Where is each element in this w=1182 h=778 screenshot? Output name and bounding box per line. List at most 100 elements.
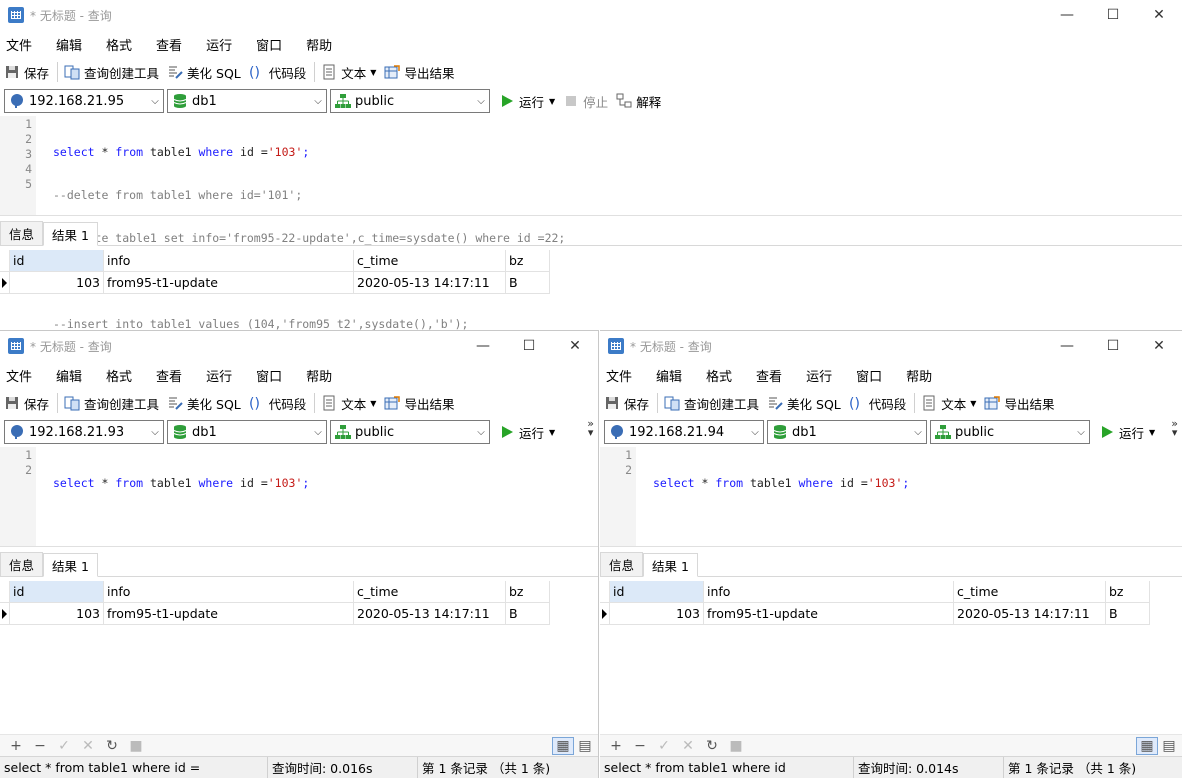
database-select[interactable]: db1 ⌵ — [167, 89, 327, 113]
tab-info[interactable]: 信息 — [0, 552, 44, 576]
apply-check-icon[interactable]: ✓ — [652, 738, 676, 754]
export-results-button[interactable]: 导出结果 — [984, 394, 1054, 413]
connection-select[interactable]: 192.168.21.95 ⌵ — [4, 89, 164, 113]
run-button[interactable]: 运行 ▼ — [499, 92, 555, 111]
cell-info[interactable]: from95-t1-update — [704, 603, 954, 625]
cell-bz[interactable]: B — [506, 272, 550, 294]
save-button[interactable]: 保存 — [4, 63, 49, 82]
cell-info[interactable]: from95-t1-update — [104, 603, 354, 625]
menu-edit[interactable]: 编辑 — [56, 35, 82, 54]
grid-view-icon[interactable]: ▦ — [552, 736, 574, 755]
column-header-bz[interactable]: bz — [1106, 581, 1150, 603]
text-mode-button[interactable]: 文本 ▼ — [321, 394, 376, 413]
stop-button[interactable]: 停止 — [563, 92, 608, 111]
close-icon[interactable]: ✕ — [1136, 0, 1182, 30]
export-results-button[interactable]: 导出结果 — [384, 394, 454, 413]
column-header-info[interactable]: info — [104, 581, 354, 603]
menu-format[interactable]: 格式 — [106, 35, 132, 54]
database-select[interactable]: db1 ⌵ — [167, 420, 327, 444]
sql-code[interactable]: select * from table1 where id ='103'; — [36, 447, 598, 546]
cell-bz[interactable]: B — [506, 603, 550, 625]
maximize-icon[interactable]: ☐ — [1090, 0, 1136, 30]
menu-edit[interactable]: 编辑 — [56, 366, 82, 385]
stop-square-icon[interactable]: ■ — [724, 738, 748, 754]
table-row[interactable]: 103 from95-t1-update 2020-05-13 14:17:11… — [0, 603, 598, 625]
column-header-c-time[interactable]: c_time — [354, 581, 506, 603]
cell-c-time[interactable]: 2020-05-13 14:17:11 — [354, 603, 506, 625]
menu-run[interactable]: 运行 — [206, 366, 232, 385]
sql-editor[interactable]: 12 select * from table1 where id ='103'; — [0, 447, 598, 547]
cell-bz[interactable]: B — [1106, 603, 1150, 625]
menu-view[interactable]: 查看 — [756, 366, 782, 385]
toolbar-overflow-icon[interactable]: » ▾ — [1171, 418, 1178, 438]
cell-c-time[interactable]: 2020-05-13 14:17:11 — [954, 603, 1106, 625]
tab-result-1[interactable]: 结果 1 — [43, 553, 98, 577]
refresh-icon[interactable]: ↻ — [700, 738, 724, 754]
code-snippet-button[interactable]: () 代码段 — [249, 63, 307, 82]
run-button[interactable]: 运行 ▼ — [1099, 423, 1155, 442]
toolbar-overflow-icon[interactable]: » ▾ — [587, 418, 594, 438]
discard-x-icon[interactable]: ✕ — [676, 738, 700, 754]
column-header-c-time[interactable]: c_time — [954, 581, 1106, 603]
menu-format[interactable]: 格式 — [106, 366, 132, 385]
cell-id[interactable]: 103 — [10, 272, 104, 294]
menu-view[interactable]: 查看 — [156, 366, 182, 385]
cell-c-time[interactable]: 2020-05-13 14:17:11 — [354, 272, 506, 294]
save-button[interactable]: 保存 — [4, 394, 49, 413]
form-view-icon[interactable]: ▤ — [1158, 737, 1180, 755]
menu-help[interactable]: 帮助 — [306, 35, 332, 54]
menu-help[interactable]: 帮助 — [906, 366, 932, 385]
menu-view[interactable]: 查看 — [156, 35, 182, 54]
schema-select[interactable]: public ⌵ — [330, 420, 490, 444]
refresh-icon[interactable]: ↻ — [100, 738, 124, 754]
menu-file[interactable]: 文件 — [6, 35, 32, 54]
menu-run[interactable]: 运行 — [206, 35, 232, 54]
column-header-c-time[interactable]: c_time — [354, 250, 506, 272]
menu-window[interactable]: 窗口 — [256, 35, 282, 54]
schema-select[interactable]: public ⌵ — [330, 89, 490, 113]
query-builder-button[interactable]: 查询创建工具 — [64, 63, 159, 82]
column-header-bz[interactable]: bz — [506, 250, 550, 272]
menu-file[interactable]: 文件 — [6, 366, 32, 385]
discard-x-icon[interactable]: ✕ — [76, 738, 100, 754]
column-header-id[interactable]: id — [610, 581, 704, 603]
menu-window[interactable]: 窗口 — [256, 366, 282, 385]
connection-select[interactable]: 192.168.21.94 ⌵ — [604, 420, 764, 444]
minimize-icon[interactable]: — — [1044, 0, 1090, 30]
sql-editor[interactable]: 12345 select * from table1 where id ='10… — [0, 116, 1182, 330]
menu-help[interactable]: 帮助 — [306, 366, 332, 385]
run-button[interactable]: 运行 ▼ — [499, 423, 555, 442]
column-header-info[interactable]: info — [704, 581, 954, 603]
column-header-info[interactable]: info — [104, 250, 354, 272]
stop-square-icon[interactable]: ■ — [124, 738, 148, 754]
form-view-icon[interactable]: ▤ — [574, 737, 596, 755]
grid-view-icon[interactable]: ▦ — [1136, 736, 1158, 755]
minimize-icon[interactable]: — — [460, 331, 506, 361]
sql-editor[interactable]: 12 select * from table1 where id ='103'; — [600, 447, 1182, 547]
delete-record-icon[interactable]: − — [28, 738, 52, 754]
database-select[interactable]: db1 ⌵ — [767, 420, 927, 444]
code-snippet-button[interactable]: () 代码段 — [849, 394, 907, 413]
tab-result-1[interactable]: 结果 1 — [43, 222, 98, 246]
export-results-button[interactable]: 导出结果 — [384, 63, 454, 82]
beautify-sql-button[interactable]: 美化 SQL — [767, 394, 841, 413]
tab-result-1[interactable]: 结果 1 — [643, 553, 698, 577]
menu-file[interactable]: 文件 — [606, 366, 632, 385]
code-snippet-button[interactable]: () 代码段 — [249, 394, 307, 413]
cell-id[interactable]: 103 — [10, 603, 104, 625]
maximize-icon[interactable]: ☐ — [506, 331, 552, 361]
sql-code[interactable]: select * from table1 where id ='103'; — [636, 447, 1182, 546]
cell-id[interactable]: 103 — [610, 603, 704, 625]
text-mode-button[interactable]: 文本 ▼ — [321, 63, 376, 82]
delete-record-icon[interactable]: − — [628, 738, 652, 754]
tab-info[interactable]: 信息 — [0, 221, 44, 245]
menu-run[interactable]: 运行 — [806, 366, 832, 385]
column-header-id[interactable]: id — [10, 250, 104, 272]
schema-select[interactable]: public ⌵ — [930, 420, 1090, 444]
maximize-icon[interactable]: ☐ — [1090, 331, 1136, 361]
menu-edit[interactable]: 编辑 — [656, 366, 682, 385]
column-header-id[interactable]: id — [10, 581, 104, 603]
query-builder-button[interactable]: 查询创建工具 — [64, 394, 159, 413]
table-row[interactable]: 103 from95-t1-update 2020-05-13 14:17:11… — [0, 272, 1182, 294]
column-header-bz[interactable]: bz — [506, 581, 550, 603]
